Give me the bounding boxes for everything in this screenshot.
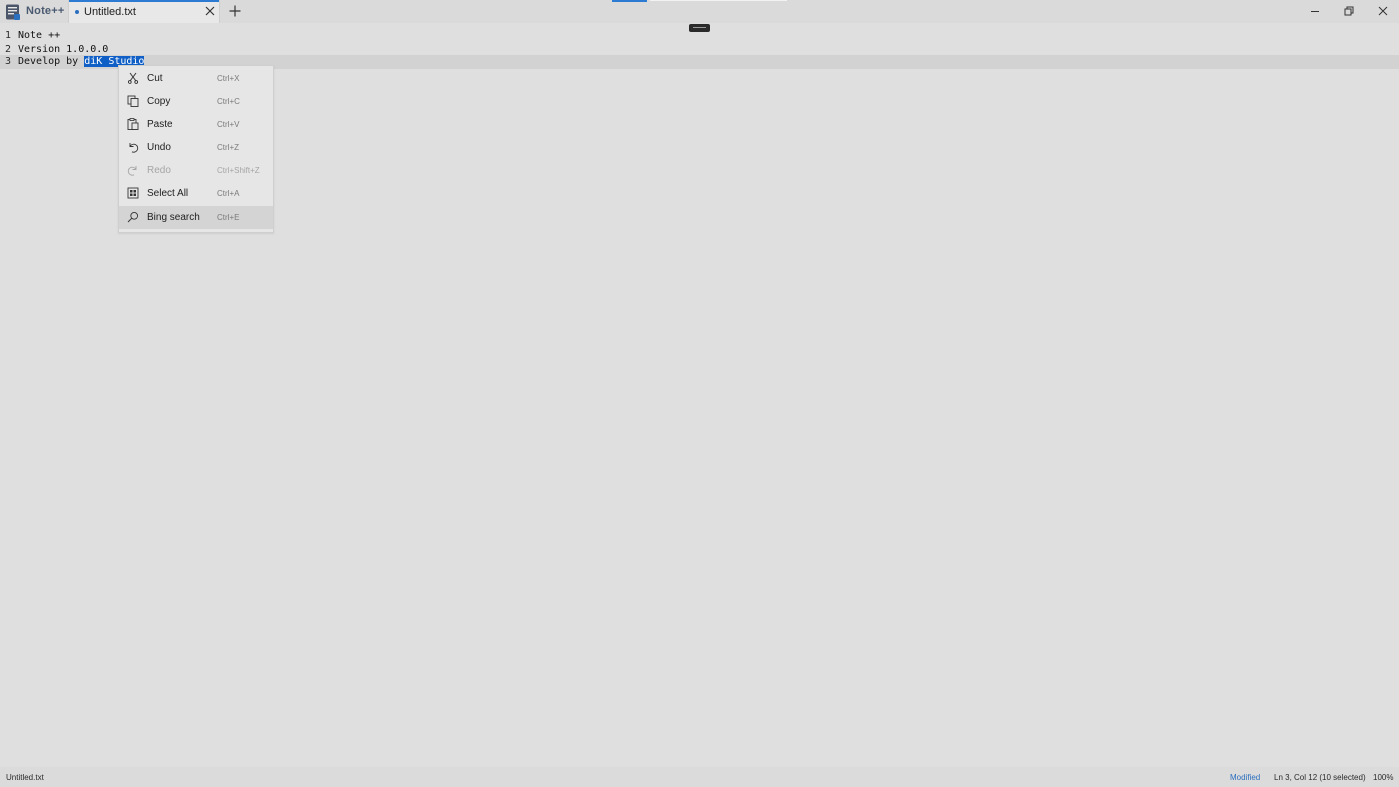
menu-item-redo[interactable]: Redo Ctrl+Shift+Z: [119, 159, 273, 182]
menu-item-shortcut: Ctrl+C: [217, 97, 240, 106]
status-cursor-position[interactable]: Ln 3, Col 12 (10 selected): [1274, 773, 1366, 782]
line-text: Note ++: [18, 30, 61, 41]
notepad-icon: [6, 4, 20, 20]
redo-icon: [127, 166, 137, 176]
menu-item-shortcut: Ctrl+E: [217, 213, 240, 222]
drag-region-line: [650, 0, 787, 1]
editor-line: 1 Note ++: [0, 29, 1399, 43]
menu-item-label: Copy: [147, 96, 171, 107]
menu-item-label: Cut: [147, 73, 163, 84]
line-text-plain: Develop by: [18, 56, 85, 67]
search-icon: [127, 211, 139, 223]
unsaved-dot-icon: [75, 10, 79, 14]
tab-untitled[interactable]: Untitled.txt: [68, 0, 220, 23]
scissors-icon: [127, 72, 139, 84]
app-title: Note++: [26, 5, 65, 17]
copy-icon: [127, 95, 139, 107]
status-modified: Modified: [1230, 773, 1261, 782]
menu-item-label: Paste: [147, 119, 173, 130]
close-window-icon[interactable]: [1376, 4, 1390, 18]
title-bar[interactable]: Note++ Untitled.txt: [0, 0, 1399, 23]
close-tab-icon[interactable]: [203, 4, 217, 18]
status-bar: Untitled.txt Modified Ln 3, Col 12 (10 s…: [0, 767, 1399, 787]
menu-item-shortcut: Ctrl+A: [217, 189, 240, 198]
menu-item-label: Select All: [147, 188, 189, 199]
minimize-icon[interactable]: [1308, 4, 1322, 18]
drag-region-indicator: [612, 0, 647, 2]
undo-icon: [129, 143, 139, 153]
menu-item-undo[interactable]: Undo Ctrl+Z: [119, 136, 273, 159]
menu-item-cut[interactable]: Cut Ctrl+X: [119, 67, 273, 90]
status-filename: Untitled.txt: [6, 773, 44, 782]
select-all-icon: [127, 187, 139, 199]
add-tab-icon[interactable]: [228, 4, 242, 18]
menu-item-copy[interactable]: Copy Ctrl+C: [119, 90, 273, 113]
menu-item-select-all[interactable]: Select All Ctrl+A: [119, 182, 273, 205]
menu-item-shortcut: Ctrl+Z: [217, 143, 239, 152]
line-number: 3: [5, 56, 12, 67]
menu-item-shortcut: Ctrl+X: [217, 74, 240, 83]
menu-item-label: Undo: [147, 142, 171, 153]
context-menu: Cut Ctrl+X Copy Ctrl+C Paste Ctrl+V Undo…: [118, 65, 274, 233]
menu-item-label: Redo: [147, 165, 171, 176]
menu-item-bing-search[interactable]: Bing search Ctrl+E: [119, 206, 273, 229]
menu-item-shortcut: Ctrl+Shift+Z: [217, 166, 260, 175]
tab-label: Untitled.txt: [84, 6, 136, 18]
app-window: Note++ Untitled.txt 1 Note ++ 2 Version …: [0, 0, 1399, 787]
paste-icon: [127, 118, 139, 130]
line-number: 1: [5, 30, 12, 41]
active-tab-indicator: [69, 0, 219, 2]
restore-icon[interactable]: [1342, 4, 1356, 18]
status-zoom[interactable]: 100%: [1373, 773, 1393, 782]
menu-item-label: Bing search: [147, 212, 200, 223]
menu-item-paste[interactable]: Paste Ctrl+V: [119, 113, 273, 136]
menu-item-shortcut: Ctrl+V: [217, 120, 240, 129]
